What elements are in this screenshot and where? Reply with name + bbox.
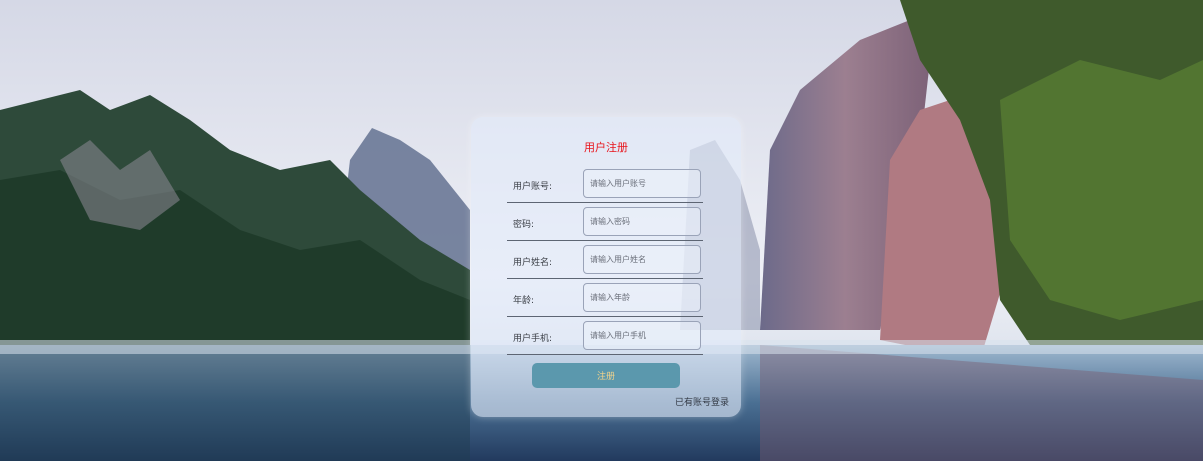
divider [507, 240, 703, 241]
password-input[interactable] [583, 207, 701, 236]
field-row-password: 密码: [507, 205, 703, 241]
account-input[interactable] [583, 169, 701, 198]
field-row-name: 用户姓名: [507, 243, 703, 279]
divider [507, 354, 703, 355]
register-title: 用户注册 [584, 141, 628, 154]
field-row-phone: 用户手机: [507, 319, 703, 355]
register-button[interactable]: 注册 [532, 363, 680, 388]
phone-input[interactable] [583, 321, 701, 350]
field-row-account: 用户账号: [507, 167, 703, 203]
divider [507, 278, 703, 279]
divider [507, 202, 703, 203]
register-card: 用户注册 用户账号: 密码: 用户姓名: 年龄: 用户手机: 注册 已有账号登录 [471, 117, 741, 417]
password-label: 密码: [513, 220, 535, 230]
name-input[interactable] [583, 245, 701, 274]
field-row-age: 年龄: [507, 281, 703, 317]
name-label: 用户姓名: [513, 258, 553, 268]
age-input[interactable] [583, 283, 701, 312]
age-label: 年龄: [513, 296, 535, 306]
phone-label: 用户手机: [513, 334, 553, 344]
login-link[interactable]: 已有账号登录 [675, 395, 729, 408]
account-label: 用户账号: [513, 182, 553, 192]
divider [507, 316, 703, 317]
